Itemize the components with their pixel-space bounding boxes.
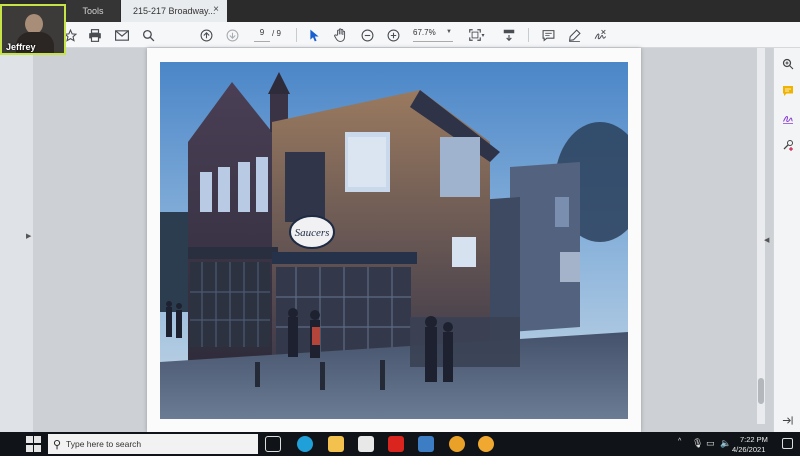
comment-icon[interactable] <box>539 26 557 44</box>
participant-head <box>25 14 43 34</box>
scrollbar-thumb[interactable] <box>758 378 764 404</box>
page-total: / 9 <box>272 29 281 38</box>
collapse-right-panel-icon[interactable]: ◀ <box>764 236 769 244</box>
tab-document[interactable]: 215-217 Broadway... × <box>121 0 227 22</box>
zoom-out-icon[interactable] <box>358 26 376 44</box>
tab-tools-label: Tools <box>82 6 104 16</box>
previous-page-icon[interactable] <box>197 26 215 44</box>
notifications-icon[interactable] <box>782 438 793 449</box>
volume-icon[interactable]: 🔈 <box>720 438 731 449</box>
comment-tool-icon[interactable] <box>780 83 795 98</box>
tray-chevron-up-icon[interactable]: ^ <box>678 438 681 445</box>
print-icon[interactable] <box>86 26 104 44</box>
chrome-app-icon-2[interactable] <box>478 436 494 452</box>
search-icon[interactable] <box>139 26 157 44</box>
network-icon[interactable]: ▭ <box>706 438 715 449</box>
photos-icon[interactable] <box>418 436 434 452</box>
chevron-down-icon[interactable]: ▾ <box>478 26 488 44</box>
zoom-in-icon[interactable] <box>384 26 402 44</box>
left-side-panel <box>0 48 33 432</box>
tab-tools[interactable]: Tools <box>66 0 120 22</box>
building-rendering-image: Saucers <box>160 62 628 419</box>
tools-settings-icon[interactable] <box>780 137 795 152</box>
sign-icon[interactable] <box>592 26 610 44</box>
highlight-pen-icon[interactable] <box>565 26 583 44</box>
saucers-sign-text: Saucers <box>295 227 330 239</box>
toolbar-divider <box>296 28 297 42</box>
fill-sign-icon[interactable] <box>780 110 795 125</box>
document-viewport[interactable]: Saucers <box>33 48 773 432</box>
select-cursor-icon[interactable] <box>305 26 323 44</box>
windows-taskbar: ⚲ Type here to search ^ 🎙 ▭ 🔈 7:22 PM 4/… <box>0 432 800 456</box>
acrobat-icon[interactable] <box>388 436 404 452</box>
email-icon[interactable] <box>113 26 131 44</box>
edge-browser-icon[interactable] <box>297 436 313 452</box>
pdf-page: Saucers <box>147 48 641 432</box>
search-icon: ⚲ <box>52 438 62 451</box>
tab-document-label: 215-217 Broadway... <box>133 6 216 16</box>
clock-date[interactable]: 4/26/2021 <box>732 445 765 454</box>
taskbar-search-placeholder: Type here to search <box>66 439 142 449</box>
taskbar-search-input[interactable]: ⚲ Type here to search <box>48 434 258 454</box>
chevron-down-icon[interactable]: ▼ <box>446 29 452 35</box>
microphone-icon[interactable]: 🎙 <box>692 438 703 449</box>
expand-left-panel-icon[interactable]: ▶ <box>26 232 31 240</box>
store-icon[interactable] <box>358 436 374 452</box>
task-view-icon[interactable] <box>265 436 281 452</box>
page-number-input[interactable]: 9 <box>254 28 270 42</box>
zoom-page-icon[interactable] <box>780 56 795 71</box>
chrome-app-icon[interactable] <box>449 436 465 452</box>
participant-name: Jeffrey <box>6 42 36 52</box>
close-tab-icon[interactable]: × <box>213 4 219 15</box>
panel-collapse-icon[interactable] <box>780 413 795 428</box>
video-participant-tile[interactable]: Jeffrey <box>0 4 66 55</box>
file-explorer-icon[interactable] <box>328 436 344 452</box>
next-page-icon[interactable] <box>223 26 241 44</box>
hand-pan-icon[interactable] <box>331 26 349 44</box>
right-tool-panel <box>773 48 800 432</box>
tab-bar: Tools 215-217 Broadway... × <box>0 0 800 22</box>
toolbar-divider <box>528 28 529 42</box>
screen: Tools 215-217 Broadway... × 9 / 9 67.7% … <box>0 0 800 456</box>
clock-time[interactable]: 7:22 PM <box>740 435 768 444</box>
toolbar: 9 / 9 67.7% ▼ ▾ <box>0 22 800 48</box>
scroll-mode-icon[interactable] <box>500 26 518 44</box>
windows-start-icon[interactable] <box>26 436 42 452</box>
